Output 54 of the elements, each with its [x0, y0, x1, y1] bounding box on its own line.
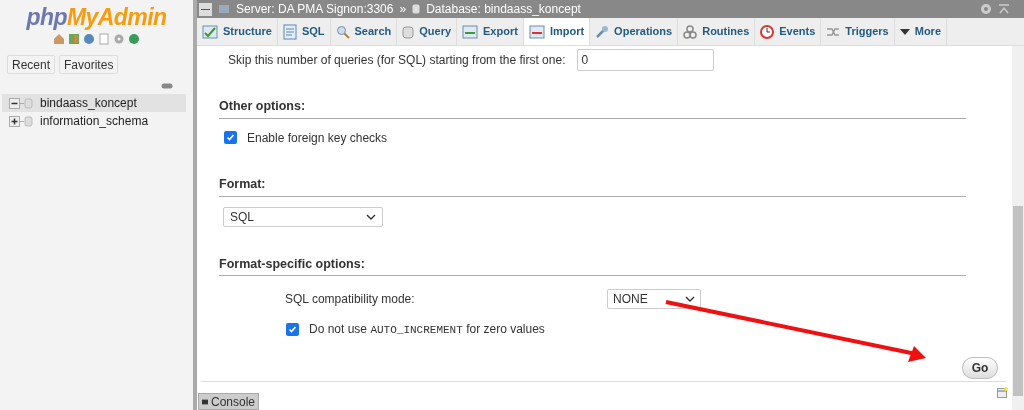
compatibility-label: SQL compatibility mode: — [285, 291, 416, 309]
console-tab[interactable]: Console — [198, 393, 259, 410]
document-icon — [282, 23, 297, 40]
chevron-down-icon — [366, 213, 376, 220]
terminal-icon — [202, 397, 208, 406]
link-icon[interactable] — [161, 83, 173, 89]
server-link[interactable]: Server: DA PMA Signon:3306 — [236, 0, 394, 18]
triggers-icon — [826, 25, 841, 38]
caret-icon — [899, 28, 910, 35]
skip-label: Skip this number of queries (for SQL) starting from the first one: — [228, 52, 566, 69]
checkbox-label: Enable foreign key checks — [247, 129, 388, 147]
settings-icon[interactable] — [113, 33, 125, 45]
skip-queries-field[interactable]: 0 — [577, 49, 715, 71]
back-icon[interactable] — [199, 2, 212, 16]
reload-icon[interactable] — [128, 33, 140, 45]
format-select[interactable]: SQL — [223, 206, 383, 227]
logo[interactable]: phpMyAdmin — [26, 3, 167, 31]
section-heading: Format: — [219, 176, 266, 191]
home-icon[interactable] — [53, 33, 65, 45]
settings-icon[interactable] — [980, 3, 992, 15]
help-icon[interactable] — [83, 33, 95, 45]
check-icon — [288, 325, 297, 334]
exit-icon[interactable] — [68, 33, 80, 45]
database-tree-item[interactable]: information_schema — [2, 112, 186, 130]
tab[interactable]: Import — [523, 18, 591, 45]
checkbox[interactable] — [286, 323, 299, 336]
database-icon — [402, 24, 415, 39]
go-button[interactable]: Go — [962, 356, 998, 379]
export-icon — [462, 24, 479, 39]
collapse-icon[interactable] — [9, 97, 33, 109]
check-icon — [226, 133, 235, 143]
collapse-icon[interactable] — [998, 3, 1010, 15]
search-icon — [335, 24, 350, 39]
import-icon — [528, 24, 545, 39]
window-icon[interactable] — [997, 386, 1008, 398]
server-icon — [218, 4, 230, 14]
clock-icon — [760, 24, 775, 39]
table-icon — [202, 24, 218, 39]
breadcrumb-separator: » — [399, 1, 407, 18]
nav-button[interactable]: Favorites — [59, 55, 119, 74]
database-link[interactable]: Database: bindaass_koncept — [426, 0, 581, 18]
section-heading: Format-specific options: — [219, 256, 365, 271]
compatibility-select[interactable]: NONE — [607, 289, 701, 310]
section-heading: Other options: — [219, 99, 306, 113]
database-icon — [412, 4, 421, 14]
wrench-icon — [595, 24, 610, 39]
checkbox-label: Do not use AUTO_INCREMENT for zero values — [309, 321, 545, 339]
gears-icon — [683, 24, 698, 39]
database-tree-item[interactable]: bindaass_koncept — [2, 94, 186, 112]
document-icon[interactable] — [98, 33, 110, 45]
chevron-down-icon — [685, 296, 695, 303]
nav-button[interactable]: Recent — [7, 55, 56, 74]
checkbox[interactable] — [224, 131, 237, 145]
expand-icon[interactable] — [9, 115, 33, 127]
